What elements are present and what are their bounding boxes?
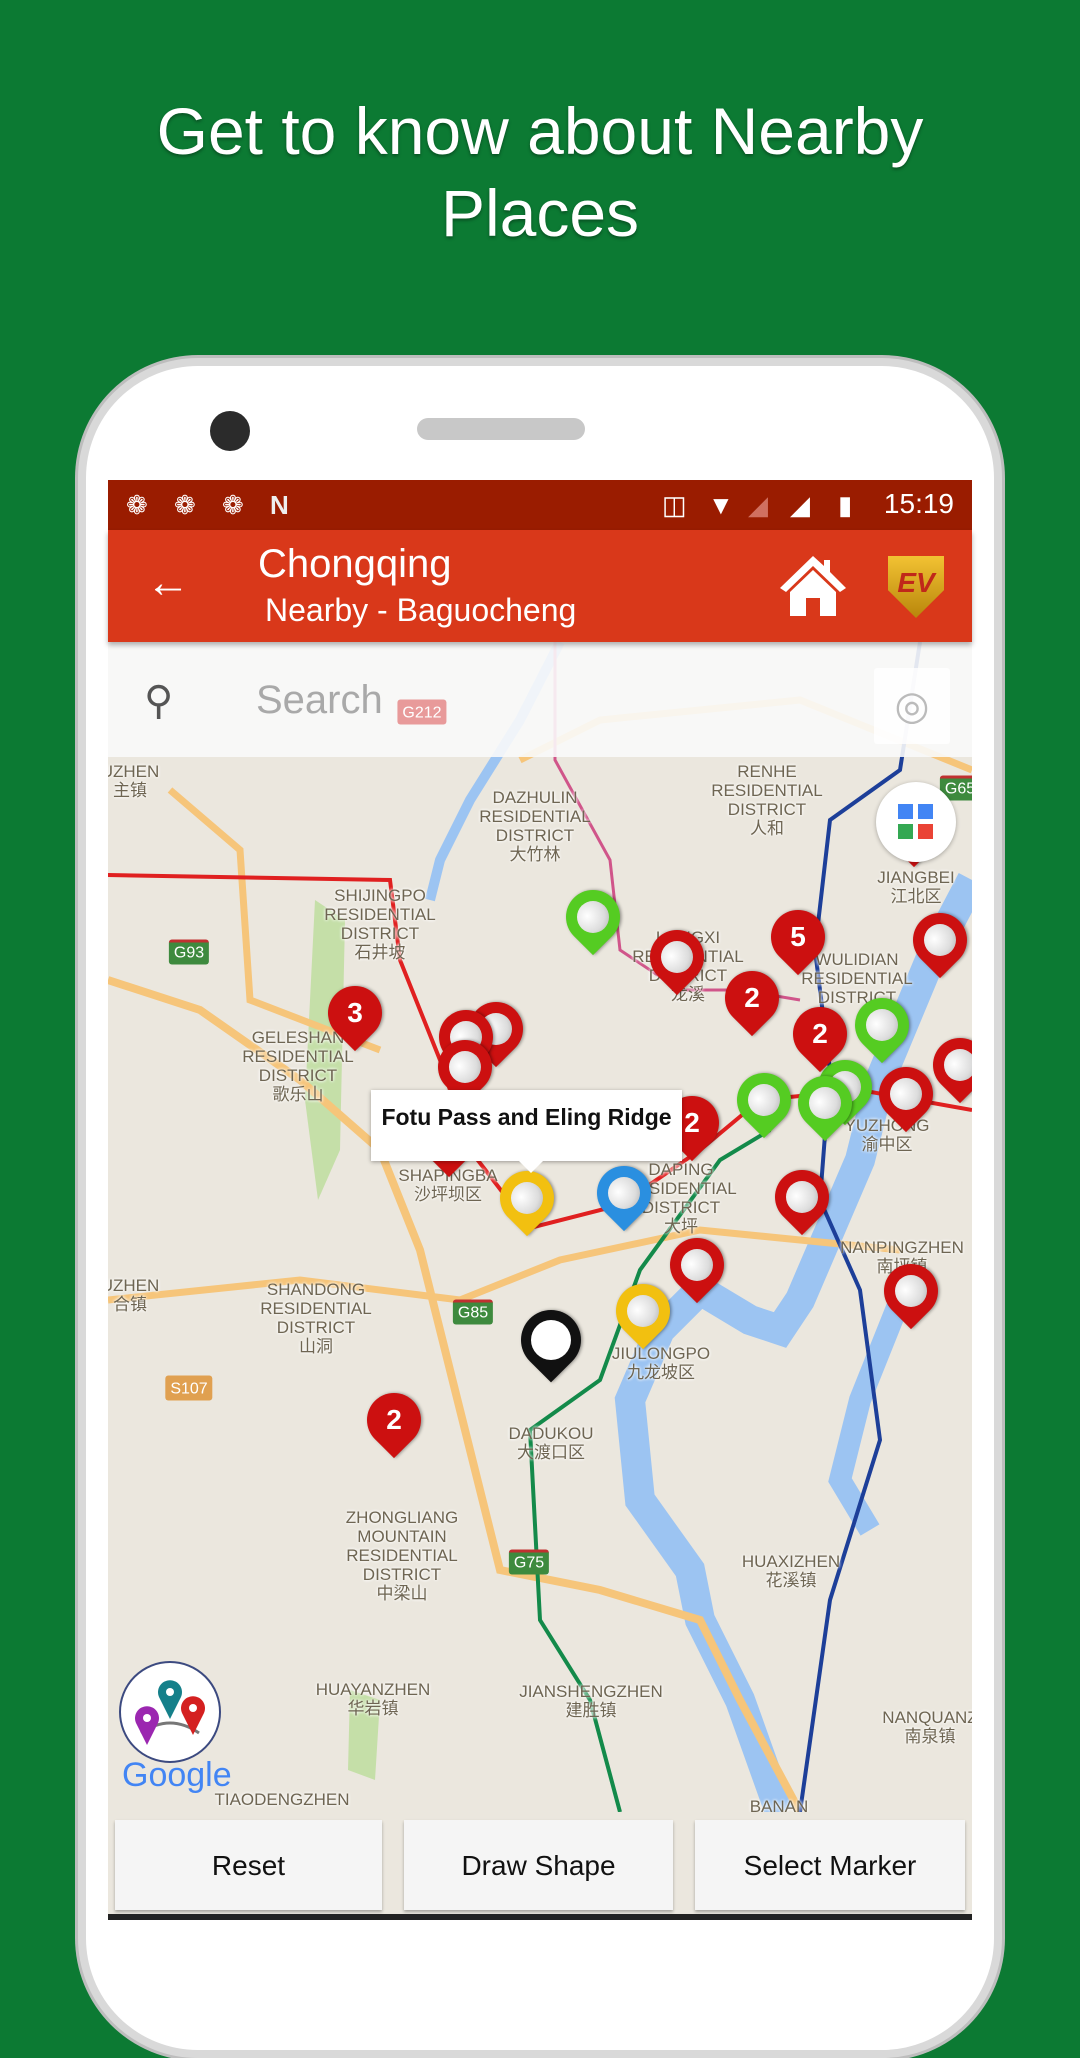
home-icon[interactable]	[778, 552, 848, 618]
cluster-marker[interactable]: 5	[759, 898, 837, 976]
battery-charging-icon: ▮	[838, 490, 853, 520]
headline-line-1: Get to know about Nearby	[156, 94, 924, 168]
map-label: NANQUANZ 南泉镇	[882, 1708, 978, 1746]
google-logo-text: Google	[122, 1756, 232, 1794]
map-label: JIULONGPO 九龙坡区	[611, 1344, 711, 1382]
cast-icon: ◫	[662, 490, 687, 520]
cluster-marker[interactable]: 2	[713, 959, 791, 1037]
search-bar[interactable]: ⚲ Search ◎	[108, 642, 972, 757]
camera	[210, 411, 250, 451]
wifi-icon: ▼	[708, 490, 734, 520]
page-subtitle: Nearby - Baguocheng	[265, 592, 577, 628]
road-shield: G212	[397, 699, 447, 725]
map-label: UZHEN 合镇	[100, 1276, 160, 1314]
app-bar: ← Chongqing Nearby - Baguocheng EV	[108, 530, 972, 642]
ev-logo-text: EV	[897, 567, 935, 598]
speaker	[417, 418, 585, 440]
reset-button[interactable]: Reset	[115, 1820, 382, 1910]
aperture-icon: ❁	[174, 490, 196, 520]
map-label: SHANDONG RESIDENTIAL DISTRICT 山洞	[260, 1280, 372, 1356]
divider	[108, 1914, 972, 1920]
clock: 15:19	[883, 488, 954, 519]
map-label: YUZHONG 渝中区	[844, 1116, 930, 1154]
status-bar: ❁ ❁ ❁ N ◫ ▼ ◢ ◢ ▮ 15:19	[108, 480, 972, 530]
select-marker-button[interactable]: Select Marker	[695, 1820, 965, 1910]
aperture-icon: ❁	[126, 490, 148, 520]
map-label: JIANSHENGZHEN 建胜镇	[519, 1682, 663, 1720]
cluster-marker[interactable]: 2	[781, 995, 859, 1073]
app-logo[interactable]	[119, 1661, 221, 1763]
google-attribution: Google	[122, 1756, 232, 1795]
user-avatar-icon	[522, 1311, 580, 1369]
map-label: DADUKOU 大渡口区	[508, 1424, 594, 1462]
n-icon: N	[270, 490, 289, 520]
headline-line-2: Places	[440, 176, 640, 250]
road-shield: G75	[508, 1549, 550, 1575]
map-label: HUAYANZHEN 华岩镇	[315, 1680, 431, 1718]
grid-icon	[898, 804, 913, 819]
grid-icon	[898, 824, 913, 839]
map-label: SHIJINGPO RESIDENTIAL DISTRICT 石井坡	[324, 886, 436, 962]
signal-empty-icon: ◢	[748, 490, 768, 520]
draw-shape-button[interactable]: Draw Shape	[404, 1820, 673, 1910]
map-roads	[108, 642, 972, 1812]
marker-info-window[interactable]: Fotu Pass and Eling Ridge	[371, 1090, 682, 1173]
map-pins-icon	[135, 1680, 205, 1745]
headline: Get to know about Nearby Places	[0, 90, 1080, 254]
page-title: Chongqing	[258, 542, 452, 586]
map[interactable]: UZHEN 主镇 DAZHULIN RESIDENTIAL DISTRICT 大竹林 R…	[100, 642, 978, 1812]
ev-logo[interactable]: EV	[888, 556, 944, 618]
road-shield: G93	[168, 939, 210, 965]
grid-icon	[918, 804, 933, 819]
road-shield: S107	[165, 1375, 213, 1401]
road-shield: G85	[452, 1299, 494, 1325]
map-label: UZHEN 主镇	[100, 762, 160, 800]
back-arrow-icon[interactable]: ←	[146, 558, 190, 608]
map-label: ZHONGLIANG MOUNTAIN RESIDENTIAL DISTRICT 中梁山	[345, 1508, 459, 1603]
map-label: RENHE RESIDENTIAL DISTRICT 人和	[711, 762, 823, 838]
map-label: HUAXIZHEN 花溪镇	[741, 1552, 841, 1590]
my-location-icon[interactable]: ◎	[874, 668, 950, 744]
map-label: TIAODENGZHEN	[214, 1790, 350, 1809]
map-type-button[interactable]	[876, 782, 956, 862]
grid-icon	[918, 824, 933, 839]
search-icon[interactable]: ⚲	[144, 678, 173, 724]
signal-icon: ◢	[790, 490, 810, 520]
aperture-icon: ❁	[222, 490, 244, 520]
map-label: DAZHULIN RESIDENTIAL DISTRICT 大竹林	[479, 788, 591, 864]
cluster-marker[interactable]: 3	[316, 974, 394, 1052]
search-input[interactable]: Search	[256, 678, 383, 723]
cluster-marker[interactable]: 2	[355, 1381, 433, 1459]
map-label: JIANGBEI 江北区	[877, 868, 955, 906]
